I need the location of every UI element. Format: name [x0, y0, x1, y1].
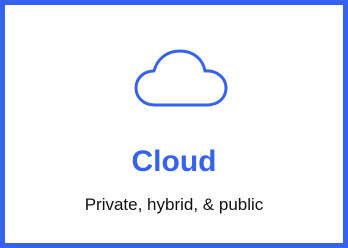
card-title: Cloud: [131, 145, 217, 178]
cloud-card[interactable]: Cloud Private, hybrid, & public: [0, 0, 348, 248]
cloud-icon: [133, 47, 229, 109]
card-subtitle: Private, hybrid, & public: [84, 195, 264, 214]
